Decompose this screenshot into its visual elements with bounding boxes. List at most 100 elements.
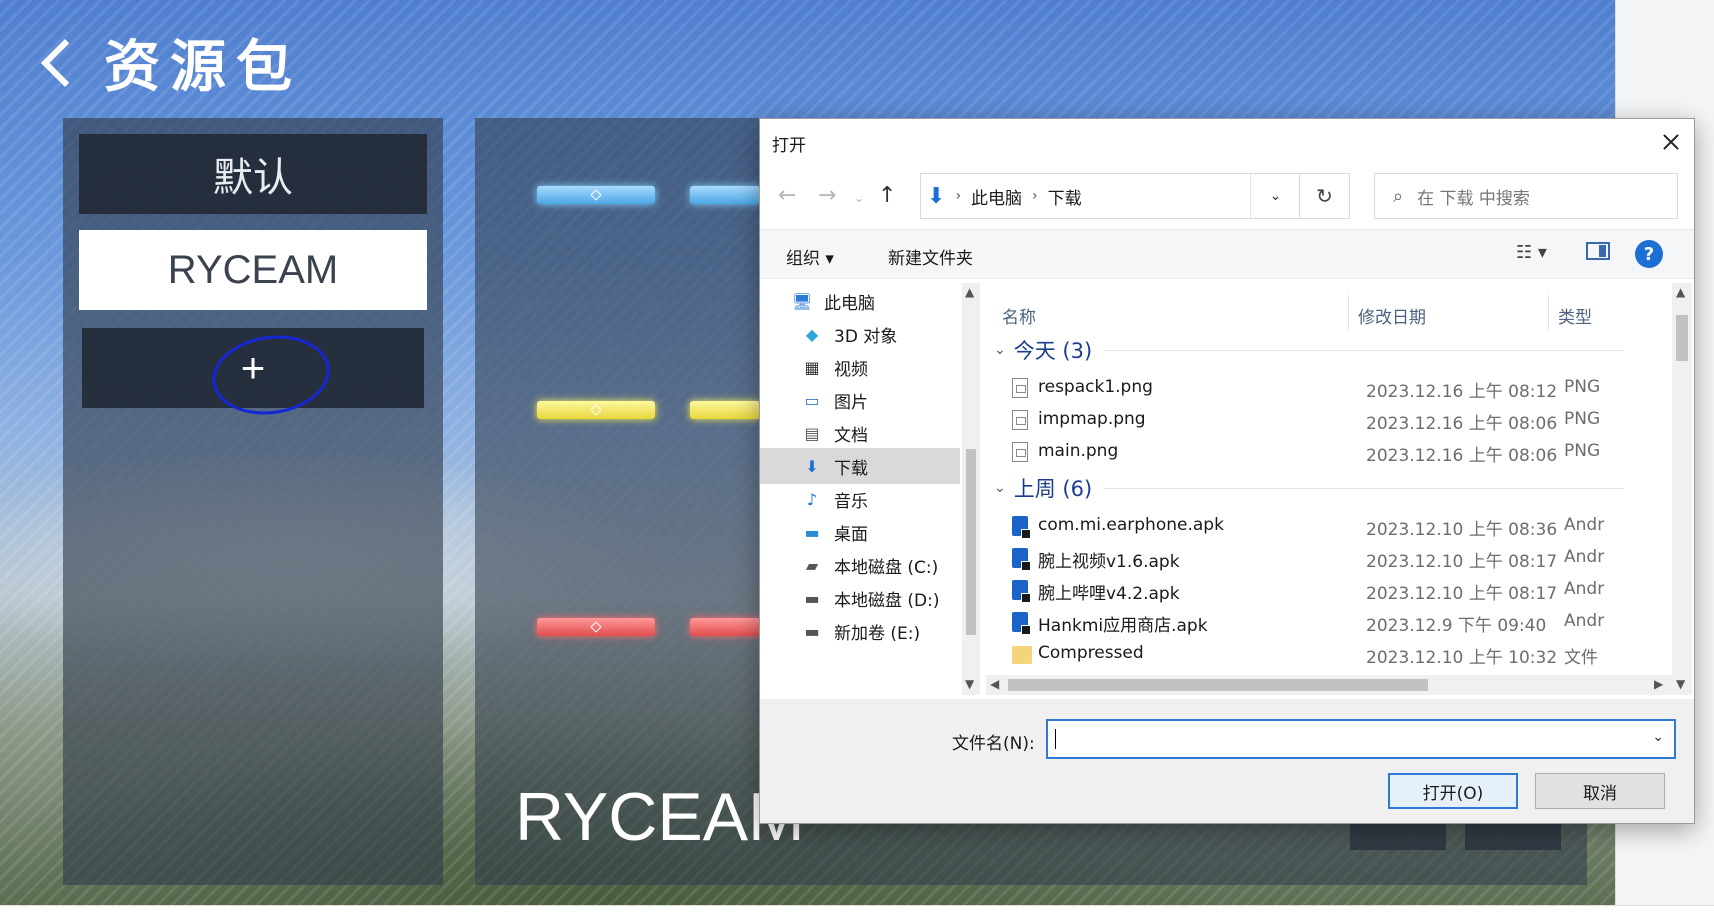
scroll-up-icon[interactable]: ▲ (1676, 285, 1685, 299)
forward-arrow-icon[interactable]: → (818, 183, 836, 208)
scroll-up-icon[interactable]: ▲ (965, 285, 974, 299)
tree-scroll-thumb[interactable] (966, 449, 976, 635)
drive-c-icon: ▰ (805, 555, 819, 575)
tree-item[interactable]: 🖥 此电脑 (760, 283, 960, 319)
file-name: Hankmi应用商店.apk (1038, 616, 1208, 636)
file-date: 2023.12.16 上午 08:12 (1366, 382, 1558, 402)
tree-item[interactable]: ▤ 文档 (760, 415, 960, 451)
dialog-title: 打开 (772, 136, 806, 156)
file-date: 2023.12.9 下午 09:40 (1366, 616, 1547, 636)
file-date: 2023.12.16 上午 08:06 (1366, 446, 1558, 466)
new-folder-button[interactable]: 新建文件夹 (888, 244, 973, 269)
tree-item-label: 下载 (834, 458, 868, 479)
horizontal-scrollbar[interactable]: ◀ ▶ (986, 675, 1672, 695)
file-list: 名称 修改日期 类型 ⌄ 今天 (3) respack1.png 2023.12.16… (986, 283, 1672, 695)
file-row[interactable]: main.png 2023.12.16 上午 08:06 PNG (986, 435, 1672, 467)
download-icon: ⬇ (927, 183, 946, 209)
file-row[interactable]: impmap.png 2023.12.16 上午 08:06 PNG (986, 403, 1672, 435)
tree-item-label: 图片 (834, 392, 868, 413)
search-icon: ⌕ (1393, 185, 1404, 207)
horizontal-scroll-thumb[interactable] (1008, 679, 1428, 691)
scroll-left-icon[interactable]: ◀ (990, 677, 999, 691)
group-divider (1104, 487, 1625, 489)
file-name: 腕上哔哩v4.2.apk (1038, 584, 1180, 604)
file-date: 2023.12.10 上午 08:17 (1366, 552, 1558, 572)
tree-scrollbar[interactable]: ▲ ▼ (962, 283, 980, 695)
column-divider[interactable] (1348, 295, 1349, 331)
search-input[interactable]: ⌕ 在 下载 中搜索 (1374, 173, 1678, 219)
file-date: 2023.12.10 上午 10:32 (1366, 648, 1558, 668)
note-blue (537, 186, 655, 204)
view-options-icon[interactable]: ☷ ▾ (1516, 242, 1547, 263)
document-icon: ▤ (804, 423, 820, 443)
file-group-header[interactable]: ⌄ 今天 (3) (994, 335, 1625, 365)
refresh-icon[interactable]: ↻ (1300, 173, 1350, 219)
column-name[interactable]: 名称 (1002, 303, 1036, 328)
tree-item[interactable]: ♪ 音乐 (760, 481, 960, 517)
address-dropdown-icon[interactable]: ⌄ (1250, 173, 1300, 219)
cancel-button[interactable]: 取消 (1535, 773, 1665, 809)
folder-icon (1012, 646, 1032, 664)
filename-dropdown-icon[interactable]: ⌄ (1652, 729, 1664, 745)
apk-file-icon (1012, 548, 1031, 571)
back-arrow-icon[interactable]: ← (778, 183, 796, 208)
note-red (690, 618, 760, 636)
column-type[interactable]: 类型 (1558, 303, 1592, 328)
file-type: Andr (1564, 515, 1605, 535)
file-type: Andr (1564, 579, 1605, 599)
file-group-header[interactable]: ⌄ 上周 (6) (994, 473, 1625, 503)
file-type: 文件 (1564, 648, 1598, 668)
tree-item-label: 此电脑 (824, 293, 875, 314)
file-row[interactable]: Hankmi应用商店.apk 2023.12.9 下午 09:40 Andr (986, 605, 1672, 637)
address-bar[interactable]: ⬇ › 此电脑 › 下载 (920, 173, 1300, 219)
tree-item[interactable]: ◆ 3D 对象 (760, 316, 960, 352)
recent-dropdown-icon[interactable]: ⌄ (854, 191, 864, 205)
file-type: Andr (1564, 611, 1605, 631)
scroll-down-icon[interactable]: ▼ (965, 677, 974, 691)
file-row[interactable]: 腕上视频v1.6.apk 2023.12.10 上午 08:17 Andr (986, 541, 1672, 573)
organize-menu[interactable]: 组织 ▾ (786, 244, 834, 269)
pack-item-default[interactable]: 默认 (79, 134, 427, 214)
file-row[interactable]: com.mi.earphone.apk 2023.12.10 上午 08:36 An… (986, 509, 1672, 541)
column-date[interactable]: 修改日期 (1358, 303, 1426, 328)
bottom-strip (0, 905, 1714, 915)
help-icon[interactable]: ? (1635, 240, 1663, 268)
file-name: Compressed (1038, 643, 1144, 663)
back-icon[interactable] (40, 38, 90, 87)
pack-item-ryceam[interactable]: RYCEAM (79, 230, 427, 310)
tree-item[interactable]: ▭ 图片 (760, 382, 960, 418)
music-icon: ♪ (806, 489, 818, 509)
group-divider (1104, 349, 1625, 351)
file-row[interactable]: respack1.png 2023.12.16 上午 08:12 PNG (986, 371, 1672, 403)
tree-item[interactable]: ⬇ 下载 (760, 448, 960, 484)
scroll-right-icon[interactable]: ▶ (1654, 677, 1663, 691)
collapse-icon[interactable]: ⌄ (994, 342, 1006, 358)
open-button[interactable]: 打开(O) (1388, 773, 1518, 809)
file-row[interactable]: Compressed 2023.12.10 上午 10:32 文件 (986, 637, 1672, 669)
breadcrumb-downloads[interactable]: 下载 (1048, 184, 1082, 209)
filename-input[interactable]: ⌄ (1046, 719, 1676, 759)
tree-item-label: 3D 对象 (834, 326, 898, 347)
file-name: main.png (1038, 441, 1119, 461)
up-arrow-icon[interactable]: ↑ (878, 183, 896, 208)
file-list-scrollbar[interactable]: ▲ ▼ (1672, 283, 1692, 695)
tree-item[interactable]: ▬ 桌面 (760, 514, 960, 550)
file-group-label: 上周 (6) (1013, 477, 1093, 501)
open-file-dialog: 打开 ← → ⌄ ↑ ⬇ › 此电脑 › 下载 ⌄ ↻ ⌕ 在 下载 中搜索 组… (759, 118, 1695, 824)
tree-item[interactable]: ▰ 本地磁盘 (C:) (760, 547, 960, 583)
close-icon[interactable] (1648, 119, 1694, 165)
image-icon: ▭ (804, 390, 820, 410)
file-row[interactable]: 腕上哔哩v4.2.apk 2023.12.10 上午 08:17 Andr (986, 573, 1672, 605)
tree-item[interactable]: ▬ 本地磁盘 (D:) (760, 580, 960, 616)
tree-item[interactable]: ▦ 视频 (760, 349, 960, 385)
breadcrumb-this-pc[interactable]: 此电脑 (971, 184, 1022, 209)
collapse-icon[interactable]: ⌄ (994, 480, 1006, 496)
file-type: PNG (1564, 441, 1601, 461)
tree-item[interactable]: ▬ 新加卷 (E:) (760, 613, 960, 649)
file-list-scroll-thumb[interactable] (1676, 315, 1688, 361)
column-divider[interactable] (1548, 295, 1549, 331)
tree-item-label: 文档 (834, 425, 868, 446)
scroll-down-icon[interactable]: ▼ (1676, 677, 1685, 691)
navigation-tree: 🖥 此电脑 ◆ 3D 对象 ▦ 视频 ▭ 图片 ▤ 文档 ⬇ 下载 ♪ 音乐 ▬ 桌面 ▰ 本地磁盘 (C:) ▬ 本… (760, 283, 972, 695)
preview-pane-icon[interactable] (1586, 242, 1610, 260)
